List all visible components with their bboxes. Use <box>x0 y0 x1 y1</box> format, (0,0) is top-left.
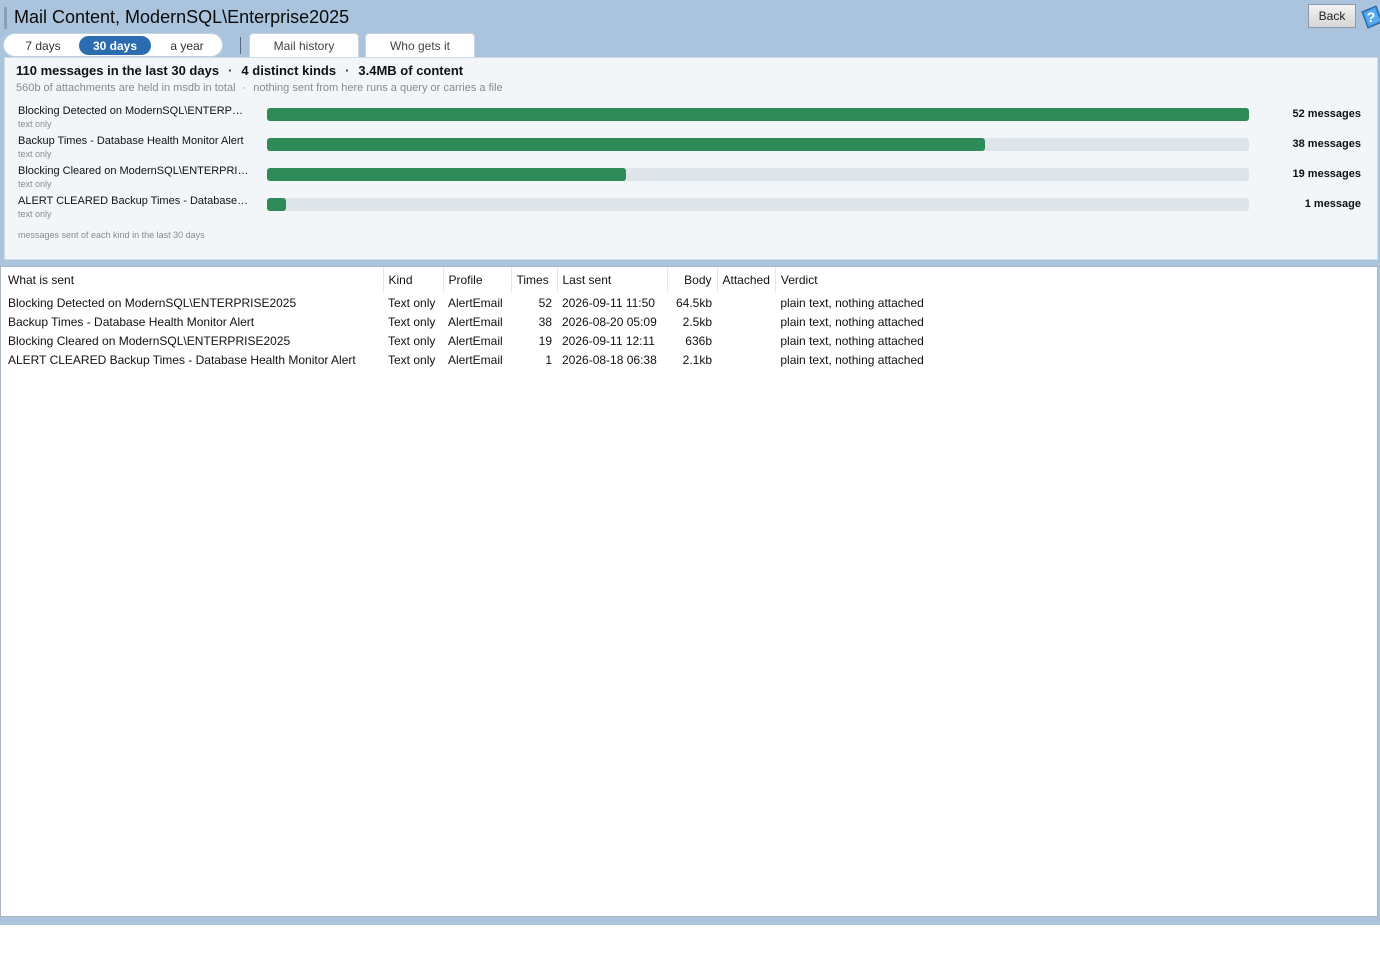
cell-body: 2.1kb <box>682 352 712 367</box>
range-tab-7-days[interactable]: 7 days <box>8 36 78 55</box>
bar-count: 1 message <box>1304 198 1361 210</box>
cell-profile: AlertEmail <box>448 333 503 348</box>
bar-track <box>267 198 1249 211</box>
page-title: Mail Content, ModernSQL\Enterprise2025 <box>14 7 350 27</box>
cell-last-sent: 2026-09-11 12:11 <box>562 333 655 348</box>
bar-label: ALERT CLEARED Backup Times - Database He… <box>18 195 250 207</box>
column-header-kind[interactable]: Kind <box>383 267 444 293</box>
cell-profile: AlertEmail <box>448 314 503 329</box>
summary-panel: 110 messages in the last 30 days · 4 disti… <box>4 57 1378 260</box>
tab-mail-history[interactable]: Mail history <box>249 33 359 57</box>
cell-verdict: plain text, nothing attached <box>780 352 924 367</box>
chart-caption: messages sent of each kind in the last 3… <box>18 230 205 240</box>
bar-row: Backup Times - Database Health Monitor A… <box>5 135 1379 165</box>
table-row[interactable]: Blocking Cleared on ModernSQL\ENTERPRISE… <box>3 331 1015 350</box>
attachments-note: 560b of attachments are held in msdb in … <box>16 82 236 94</box>
cell-times: 19 <box>538 333 552 348</box>
bar-track <box>267 138 1249 151</box>
cell-attached <box>717 293 775 312</box>
cell-verdict: plain text, nothing attached <box>780 314 924 329</box>
cell-what-is-sent: Blocking Cleared on ModernSQL\ENTERPRISE… <box>8 333 291 348</box>
bar-fill <box>267 198 286 211</box>
svg-text:?: ? <box>1367 9 1376 25</box>
bar-row: Blocking Cleared on ModernSQL\ENTERPRISE… <box>5 165 1379 195</box>
cell-body: 2.5kb <box>682 314 712 329</box>
range-tab-a-year[interactable]: a year <box>152 36 222 55</box>
content-size: 3.4MB of content <box>358 63 464 78</box>
cell-what-is-sent: ALERT CLEARED Backup Times - Database He… <box>8 352 356 367</box>
mail-content-grid: What is sent Kind Profile Times Last sen… <box>0 266 1378 917</box>
cell-what-is-sent: Blocking Detected on ModernSQL\ENTERPRIS… <box>8 295 297 310</box>
tab-row: 7 days 30 days a year Mail history Who g… <box>3 33 603 57</box>
column-header-last-sent[interactable]: Last sent <box>557 267 668 293</box>
separator-dot: · <box>345 63 350 78</box>
tab-divider <box>240 37 241 54</box>
total-messages: 110 messages in the last 30 days <box>16 63 220 78</box>
bar-sublabel: text only <box>18 209 52 219</box>
tab-who-gets-it[interactable]: Who gets it <box>365 33 475 57</box>
title-bar: Mail Content, ModernSQL\Enterprise2025 B… <box>4 4 1380 30</box>
range-selector: 7 days 30 days a year <box>3 33 223 57</box>
bar-label: Blocking Detected on ModernSQL\ENTERPRIS… <box>18 105 250 117</box>
cell-body: 636b <box>685 333 712 348</box>
bar-label: Blocking Cleared on ModernSQL\ENTERPRISE… <box>18 165 250 177</box>
cell-last-sent: 2026-09-11 11:50 <box>562 295 655 310</box>
bar-sublabel: text only <box>18 149 52 159</box>
cell-kind: Text only <box>388 295 436 310</box>
table-row[interactable]: ALERT CLEARED Backup Times - Database He… <box>3 350 1015 369</box>
bar-fill <box>267 138 985 151</box>
cell-kind: Text only <box>388 352 436 367</box>
separator-dot: · <box>228 63 233 78</box>
bar-track <box>267 168 1249 181</box>
bar-row: ALERT CLEARED Backup Times - Database He… <box>5 195 1379 225</box>
query-note: nothing sent from here runs a query or c… <box>253 82 503 94</box>
main-window: Mail Content, ModernSQL\Enterprise2025 B… <box>0 0 1380 925</box>
bar-sublabel: text only <box>18 179 52 189</box>
bar-fill <box>267 168 626 181</box>
cell-attached <box>717 350 775 369</box>
summary-subline: 560b of attachments are held in msdb in … <box>16 82 503 94</box>
cell-times: 52 <box>538 295 552 310</box>
bar-fill <box>267 108 1249 121</box>
column-header-body[interactable]: Body <box>667 267 718 293</box>
cell-attached <box>717 312 775 331</box>
bar-label: Backup Times - Database Health Monitor A… <box>18 135 244 147</box>
range-tab-30-days[interactable]: 30 days <box>79 36 151 55</box>
cell-kind: Text only <box>388 314 436 329</box>
cell-body: 64.5kb <box>675 295 712 310</box>
table-row[interactable]: Backup Times - Database Health Monitor A… <box>3 312 1015 331</box>
cell-last-sent: 2026-08-18 06:38 <box>562 352 657 367</box>
column-header-what-is-sent[interactable]: What is sent <box>3 267 384 293</box>
cell-last-sent: 2026-08-20 05:09 <box>562 314 657 329</box>
cell-verdict: plain text, nothing attached <box>780 333 924 348</box>
distinct-kinds: 4 distinct kinds <box>241 63 337 78</box>
table-header-row: What is sent Kind Profile Times Last sen… <box>3 267 1015 293</box>
bar-row: Blocking Detected on ModernSQL\ENTERPRIS… <box>5 105 1379 135</box>
cell-times: 38 <box>538 314 552 329</box>
cell-kind: Text only <box>388 333 436 348</box>
bar-count: 52 messages <box>1292 108 1362 120</box>
column-header-attached[interactable]: Attached <box>717 267 776 293</box>
content-table: What is sent Kind Profile Times Last sen… <box>3 267 1015 369</box>
separator-dot: · <box>242 82 247 94</box>
column-header-verdict[interactable]: Verdict <box>775 267 1015 293</box>
column-header-times[interactable]: Times <box>511 267 558 293</box>
title-accent <box>4 7 7 29</box>
cell-profile: AlertEmail <box>448 352 503 367</box>
cell-attached <box>717 331 775 350</box>
bar-count: 38 messages <box>1292 138 1362 150</box>
table-row[interactable]: Blocking Detected on ModernSQL\ENTERPRIS… <box>3 293 1015 312</box>
cell-verdict: plain text, nothing attached <box>780 295 924 310</box>
bar-track <box>267 108 1249 121</box>
cell-profile: AlertEmail <box>448 295 503 310</box>
help-icon[interactable]: ? <box>1358 4 1380 30</box>
column-header-profile[interactable]: Profile <box>443 267 512 293</box>
back-button[interactable]: Back <box>1308 4 1356 28</box>
summary-headline: 110 messages in the last 30 days · 4 disti… <box>16 63 463 78</box>
cell-times: 1 <box>545 352 552 367</box>
bar-sublabel: text only <box>18 119 52 129</box>
cell-what-is-sent: Backup Times - Database Health Monitor A… <box>8 314 255 329</box>
bar-count: 19 messages <box>1292 168 1362 180</box>
